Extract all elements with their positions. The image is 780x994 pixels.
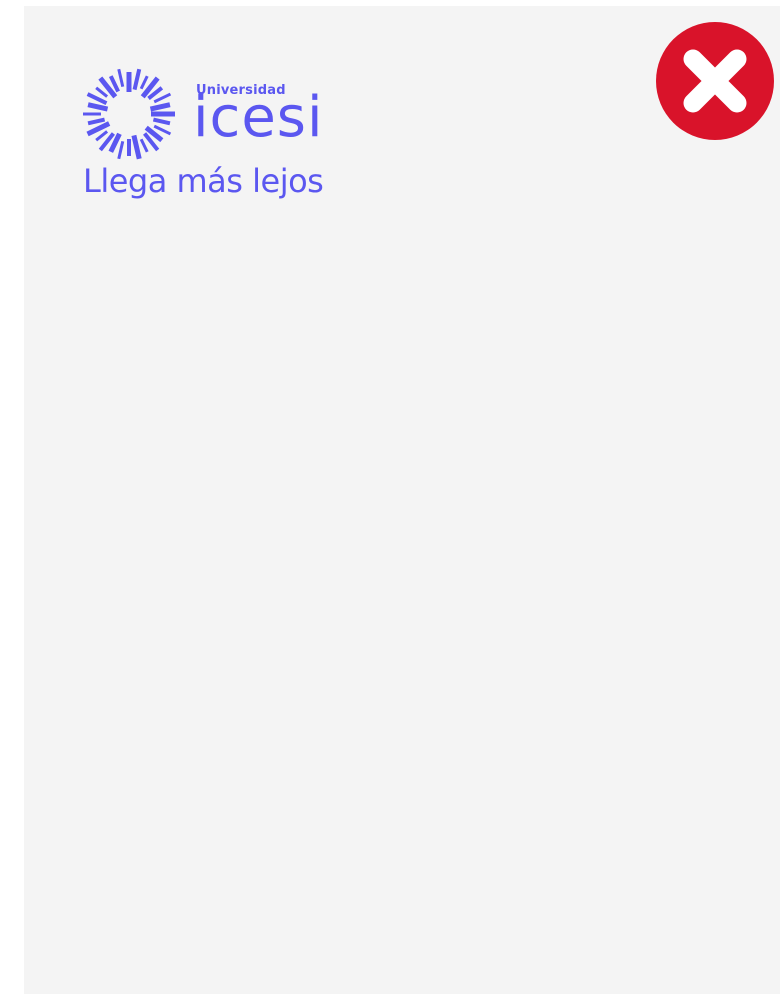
- sunburst-ray: [149, 102, 171, 112]
- sunburst-ray: [151, 111, 175, 117]
- sunburst-ray: [83, 112, 101, 116]
- sunburst-ray: [139, 138, 149, 153]
- logo-tagline: Llega más lejos: [83, 162, 324, 200]
- sunburst-ray: [132, 68, 142, 91]
- close-button[interactable]: [656, 22, 774, 140]
- icesi-logo: Universidad icesi Llega más lejos: [81, 66, 351, 206]
- close-icon: [683, 49, 747, 113]
- logo-brand-name: icesi: [193, 85, 324, 150]
- sunburst-ray: [117, 140, 125, 160]
- sunburst-ray: [126, 72, 132, 92]
- sunburst-ray: [127, 139, 131, 156]
- sunburst-ray: [131, 134, 142, 160]
- sunburst-ray: [117, 68, 125, 88]
- sunburst-logo-icon: [83, 68, 175, 160]
- sunburst-ray: [152, 117, 171, 126]
